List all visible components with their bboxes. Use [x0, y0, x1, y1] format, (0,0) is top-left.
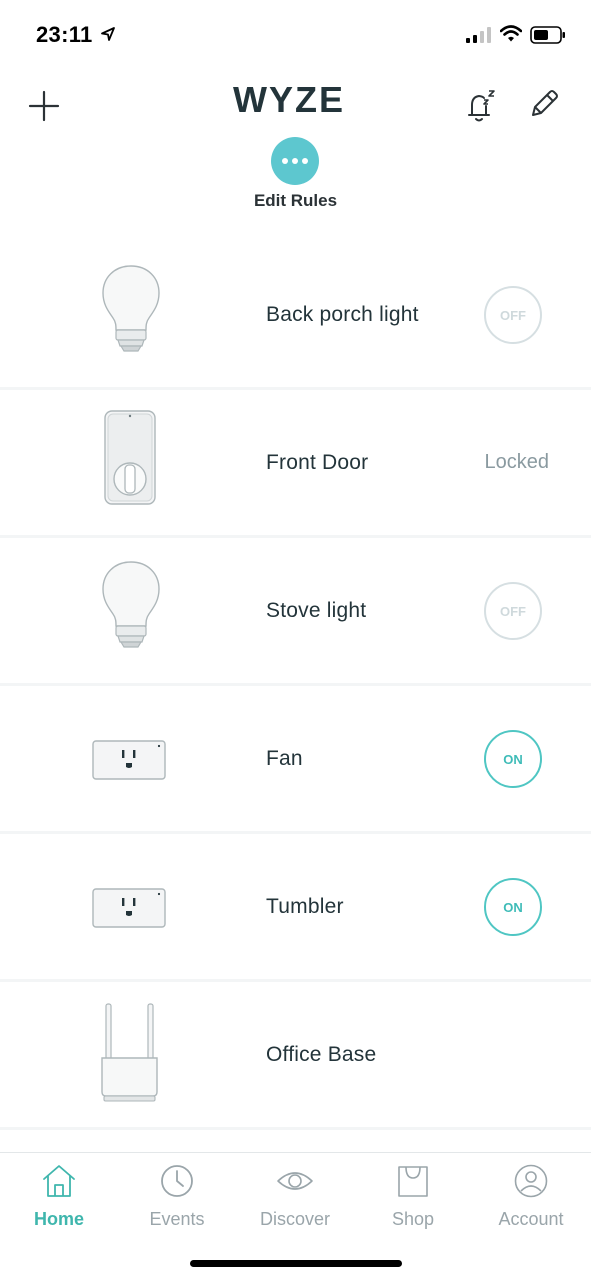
tab-label: Shop: [391, 1209, 435, 1229]
tab-shop[interactable]: Shop: [354, 1153, 472, 1243]
snooze-notifications-button[interactable]: [462, 88, 498, 124]
smart-lock-icon: [104, 410, 156, 505]
home-icon: [43, 1165, 75, 1197]
power-toggle[interactable]: OFF: [484, 286, 542, 344]
status-time: 23:11: [36, 22, 93, 47]
power-toggle[interactable]: ON: [484, 730, 542, 788]
user-icon: [514, 1164, 548, 1198]
light-bulb-icon: [102, 265, 160, 352]
tab-label: Discover: [259, 1209, 330, 1229]
home-indicator[interactable]: [190, 1260, 402, 1267]
edit-rules-label: Edit Rules: [253, 191, 338, 210]
bag-icon: [398, 1166, 428, 1197]
add-device-button[interactable]: [26, 88, 62, 124]
app-header: WYZE Edit Rules: [0, 70, 591, 242]
logo-text: WYZE: [233, 82, 345, 118]
device-name: Office Base: [266, 1043, 377, 1066]
eye-icon: [277, 1172, 313, 1190]
tab-events[interactable]: Events: [118, 1153, 236, 1243]
device-row-tumbler[interactable]: Tumbler ON: [0, 834, 591, 979]
status-bar: 23:11: [0, 0, 591, 70]
wyze-logo: WYZE: [233, 82, 345, 118]
clock-icon: [161, 1165, 193, 1197]
device-name: Stove light: [266, 599, 367, 622]
edit-pencil-button[interactable]: [526, 86, 562, 122]
device-row-office-base[interactable]: Office Base: [0, 982, 591, 1127]
tab-discover[interactable]: Discover: [236, 1153, 354, 1243]
tab-label: Account: [498, 1209, 564, 1229]
smart-plug-icon: [92, 888, 166, 928]
device-list: Back porch light OFF Front Door Locked S…: [0, 242, 591, 1152]
tab-home[interactable]: Home: [0, 1153, 118, 1243]
device-name: Back porch light: [266, 303, 419, 326]
device-row-partial: [0, 1130, 591, 1152]
device-row-stove-light[interactable]: Stove light OFF: [0, 538, 591, 683]
base-station-icon: [101, 1003, 158, 1102]
tab-label: Home: [33, 1209, 84, 1229]
device-row-fan[interactable]: Fan ON: [0, 686, 591, 831]
tab-account[interactable]: Account: [472, 1153, 590, 1243]
device-name: Fan: [266, 747, 303, 770]
lock-status-text: Locked: [484, 451, 550, 473]
battery-icon: [530, 26, 565, 44]
light-bulb-icon: [102, 561, 160, 648]
power-toggle[interactable]: ON: [484, 878, 542, 936]
wifi-icon: [500, 25, 522, 42]
device-name: Tumbler: [266, 895, 344, 918]
smart-plug-icon: [92, 740, 166, 780]
device-row-front-door[interactable]: Front Door Locked: [0, 390, 591, 535]
power-toggle[interactable]: OFF: [484, 582, 542, 640]
edit-rules-button[interactable]: [271, 137, 319, 185]
device-row-back-porch-light[interactable]: Back porch light OFF: [0, 242, 591, 387]
tab-label: Events: [149, 1209, 205, 1229]
cellular-signal-icon: [466, 27, 491, 43]
more-dots-icon: [282, 158, 308, 164]
location-arrow-icon: [101, 27, 115, 41]
device-name: Front Door: [266, 451, 369, 474]
